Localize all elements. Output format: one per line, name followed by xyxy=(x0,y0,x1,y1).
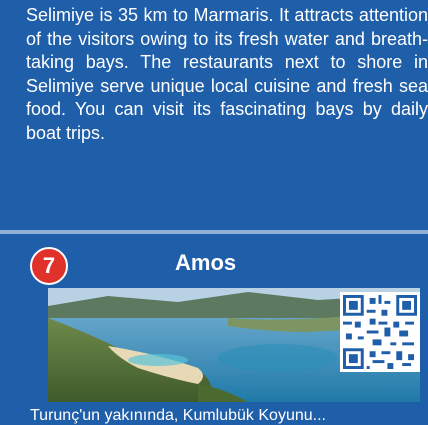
description-section: Selimiye is 35 km to Marmaris. It attrac… xyxy=(0,0,428,230)
qr-code-icon[interactable] xyxy=(340,292,420,372)
description-paragraph: Selimiye is 35 km to Marmaris. It attrac… xyxy=(26,5,428,143)
place-title: Amos xyxy=(175,250,237,275)
next-section-text: Turunç'un yakınında, Kumlubük Koyunu... xyxy=(30,407,326,424)
place-number-badge: 7 xyxy=(30,247,68,285)
qr-code-graphic xyxy=(343,295,417,369)
section-divider xyxy=(0,230,428,234)
